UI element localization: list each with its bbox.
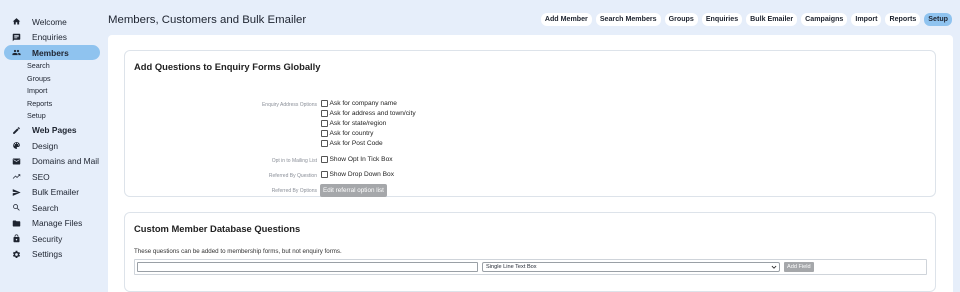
nav-import[interactable]: Import: [851, 13, 882, 26]
lock-icon: [11, 234, 21, 244]
edit-referral-button[interactable]: Edit referral option list: [320, 184, 387, 197]
option-label: Show Opt In Tick Box: [329, 156, 393, 163]
sidebar-item-label: Welcome: [32, 16, 67, 27]
ask-country-option[interactable]: Ask for country: [321, 130, 373, 137]
sidebar-item-manage-files[interactable]: Manage Files: [4, 216, 100, 232]
checkbox[interactable]: [321, 120, 328, 127]
nav-reports[interactable]: Reports: [885, 13, 921, 26]
option-label: Ask for address and town/city: [329, 110, 416, 117]
palette-icon: [11, 141, 21, 151]
top-navigation: Add Member Search Members Groups Enquiri…: [540, 13, 952, 26]
nav-bulk-emailer[interactable]: Bulk Emailer: [746, 13, 798, 26]
nav-setup[interactable]: Setup: [924, 13, 952, 26]
chevron-down-icon: [771, 265, 777, 269]
sidebar-item-domains-and-mail[interactable]: Domains and Mail: [4, 154, 100, 170]
message-icon: [11, 32, 21, 42]
pencil-icon: [11, 125, 21, 135]
sidebar-item-members[interactable]: Members: [4, 45, 100, 60]
nav-groups[interactable]: Groups: [664, 13, 698, 26]
home-icon: [11, 17, 21, 27]
send-icon: [11, 187, 21, 197]
sidebar-subitem-import[interactable]: Import: [0, 85, 104, 98]
sidebar-item-label: Domains and Mail: [32, 156, 100, 167]
sidebar-item-label: Members: [32, 47, 69, 58]
sidebar-item-settings[interactable]: Settings: [4, 247, 100, 263]
gear-icon: [11, 249, 21, 259]
add-field-button[interactable]: Add Field: [784, 262, 814, 272]
sidebar-item-label: Manage Files: [32, 218, 83, 229]
field-type-select[interactable]: Single Line Text Box: [482, 262, 780, 272]
sidebar-item-label: Web Pages: [32, 125, 77, 136]
option-label: Ask for company name: [329, 100, 397, 107]
trending-up-icon: [11, 172, 21, 182]
sidebar-subitem-reports[interactable]: Reports: [0, 98, 104, 111]
sidebar-item-seo[interactable]: SEO: [4, 169, 100, 185]
sidebar-item-label: Search: [32, 202, 59, 213]
sidebar-item-label: SEO: [32, 171, 50, 182]
people-icon: [11, 48, 21, 58]
checkbox[interactable]: [321, 130, 328, 137]
nav-search-members[interactable]: Search Members: [595, 13, 661, 26]
show-opt-in-option[interactable]: Show Opt In Tick Box: [321, 156, 393, 163]
checkbox[interactable]: [321, 100, 328, 107]
selected-field-type: Single Line Text Box: [486, 264, 537, 270]
referred-by-question-label: Referred By Question: [268, 173, 317, 179]
sidebar-item-label: Bulk Emailer: [32, 187, 80, 198]
mail-icon: [11, 156, 21, 166]
sidebar-item-label: Settings: [32, 249, 63, 260]
sidebar-subitem-groups[interactable]: Groups: [0, 73, 104, 86]
checkbox[interactable]: [321, 156, 328, 163]
sidebar-item-label: Design: [32, 140, 59, 151]
checkbox[interactable]: [321, 140, 328, 147]
sidebar-item-welcome[interactable]: Welcome: [4, 14, 100, 30]
sidebar-item-enquiries[interactable]: Enquiries: [4, 30, 100, 46]
sidebar-subitem-setup[interactable]: Setup: [0, 110, 104, 123]
ask-address-option[interactable]: Ask for address and town/city: [321, 110, 416, 117]
card-description: These questions can be added to membersh…: [134, 248, 342, 255]
nav-campaigns[interactable]: Campaigns: [801, 13, 848, 26]
sidebar-subitem-search[interactable]: Search: [0, 60, 104, 73]
custom-questions-card: Custom Member Database Questions These q…: [124, 212, 936, 292]
page-title: Members, Customers and Bulk Emailer: [108, 14, 307, 26]
option-label: Ask for Post Code: [329, 140, 383, 147]
option-label: Ask for country: [329, 130, 374, 137]
sidebar: Welcome Enquiries Members Search Groups …: [0, 0, 104, 292]
nav-add-member[interactable]: Add Member: [540, 13, 592, 26]
sidebar-item-design[interactable]: Design: [4, 138, 100, 154]
question-input[interactable]: [137, 262, 478, 272]
sidebar-item-bulk-emailer[interactable]: Bulk Emailer: [4, 185, 100, 201]
search-icon: [11, 203, 21, 213]
main-content: Add Questions to Enquiry Forms Globally …: [108, 35, 953, 292]
checkbox[interactable]: [321, 110, 328, 117]
enquiry-questions-card: Add Questions to Enquiry Forms Globally …: [124, 50, 936, 197]
sidebar-item-label: Enquiries: [32, 32, 67, 43]
card-title: Add Questions to Enquiry Forms Globally: [134, 61, 321, 72]
sidebar-item-search[interactable]: Search: [4, 200, 100, 216]
add-field-bar: Single Line Text Box Add Field: [134, 259, 927, 275]
show-drop-down-option[interactable]: Show Drop Down Box: [321, 171, 394, 178]
ask-company-name-option[interactable]: Ask for company name: [321, 100, 397, 107]
sidebar-item-web-pages[interactable]: Web Pages: [4, 123, 100, 139]
referred-by-options-label: Referred By Options: [271, 188, 317, 194]
nav-enquiries[interactable]: Enquiries: [701, 13, 743, 26]
option-label: Show Drop Down Box: [329, 171, 395, 178]
sidebar-item-label: Security: [32, 233, 63, 244]
opt-in-mailing-label: Opt in to Mailing List: [271, 158, 317, 164]
card-title: Custom Member Database Questions: [134, 223, 301, 234]
ask-post-code-option[interactable]: Ask for Post Code: [321, 140, 383, 147]
ask-state-option[interactable]: Ask for state/region: [321, 120, 386, 127]
folder-icon: [11, 218, 21, 228]
enquiry-address-options-label: Enquiry Address Options: [261, 102, 317, 108]
sidebar-item-security[interactable]: Security: [4, 231, 100, 247]
option-label: Ask for state/region: [329, 120, 387, 127]
checkbox[interactable]: [321, 171, 328, 178]
